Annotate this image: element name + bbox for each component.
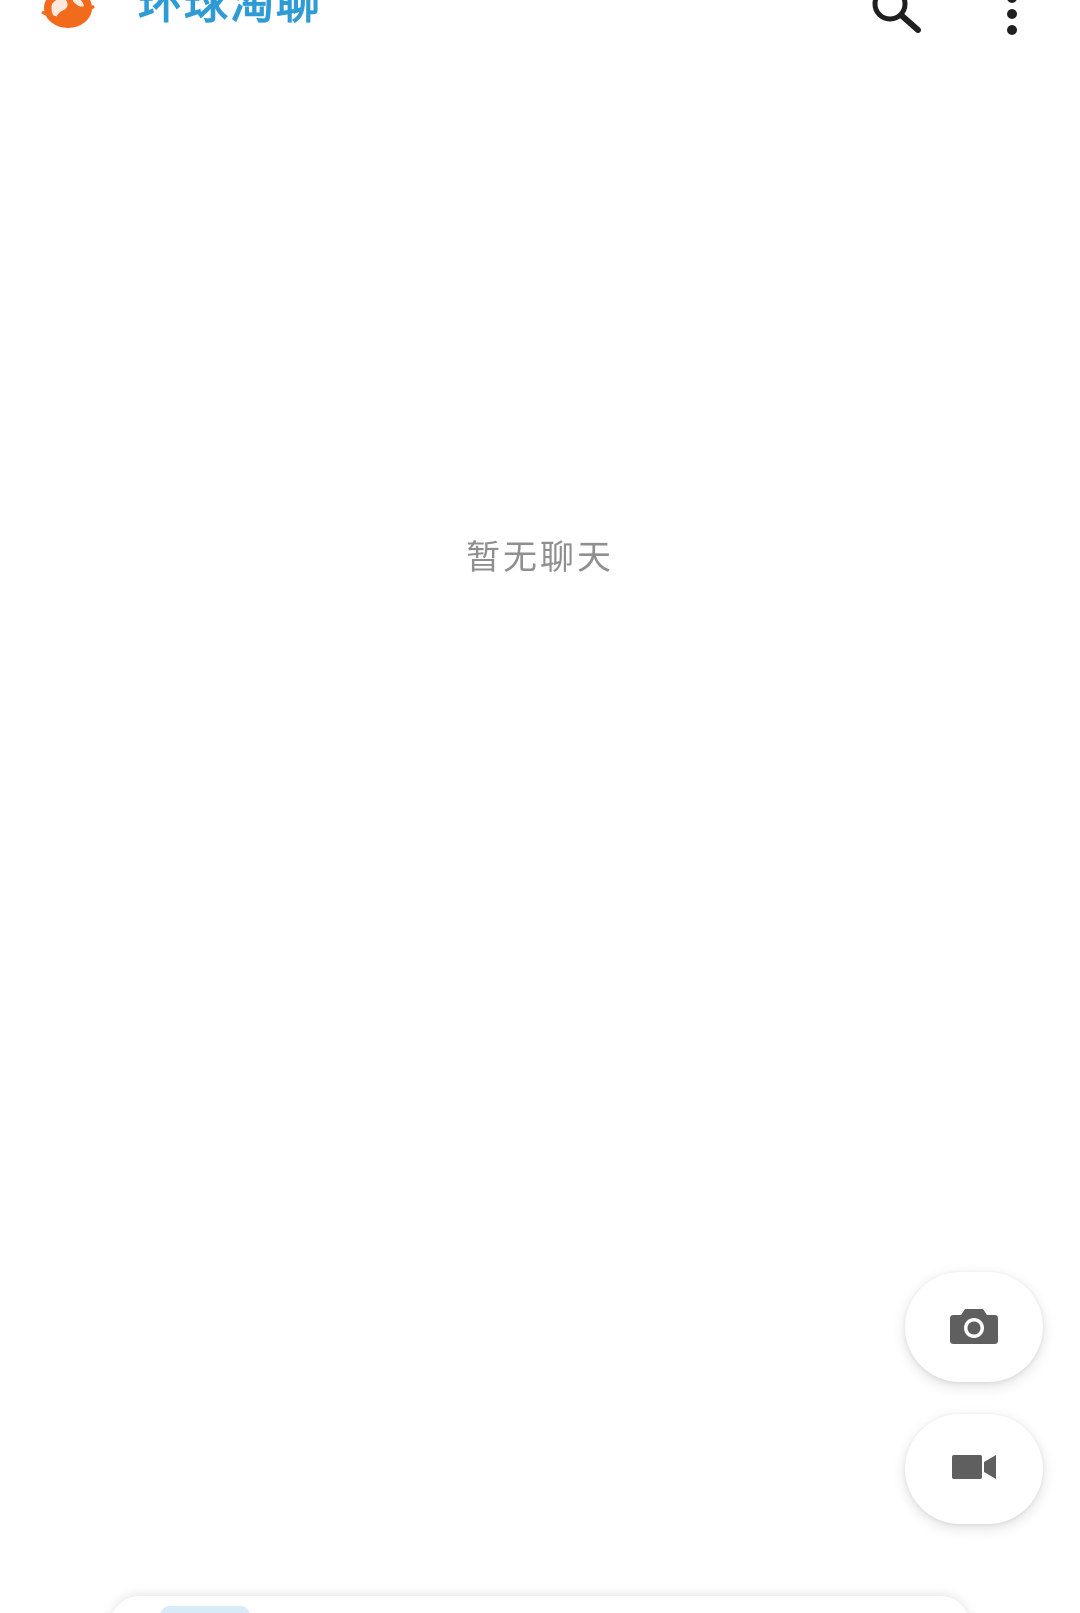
search-icon xyxy=(868,0,924,40)
more-vertical-icon xyxy=(1002,0,1022,40)
camera-button[interactable] xyxy=(905,1272,1043,1382)
search-button[interactable] xyxy=(866,0,926,40)
app-bar: 环球淘聊 xyxy=(0,0,1080,60)
video-call-button[interactable] xyxy=(905,1414,1043,1524)
empty-chat-message: 暂无聊天 xyxy=(466,538,614,578)
chat-list-screen: 环球淘聊 暂无聊天 xyxy=(0,0,1080,1613)
camera-icon xyxy=(949,1305,999,1349)
bottom-bar-active-indicator xyxy=(160,1606,250,1613)
video-camera-icon xyxy=(951,1452,997,1486)
more-options-button[interactable] xyxy=(986,0,1038,40)
app-title: 环球淘聊 xyxy=(138,0,322,29)
globe-logo-icon xyxy=(38,0,98,32)
